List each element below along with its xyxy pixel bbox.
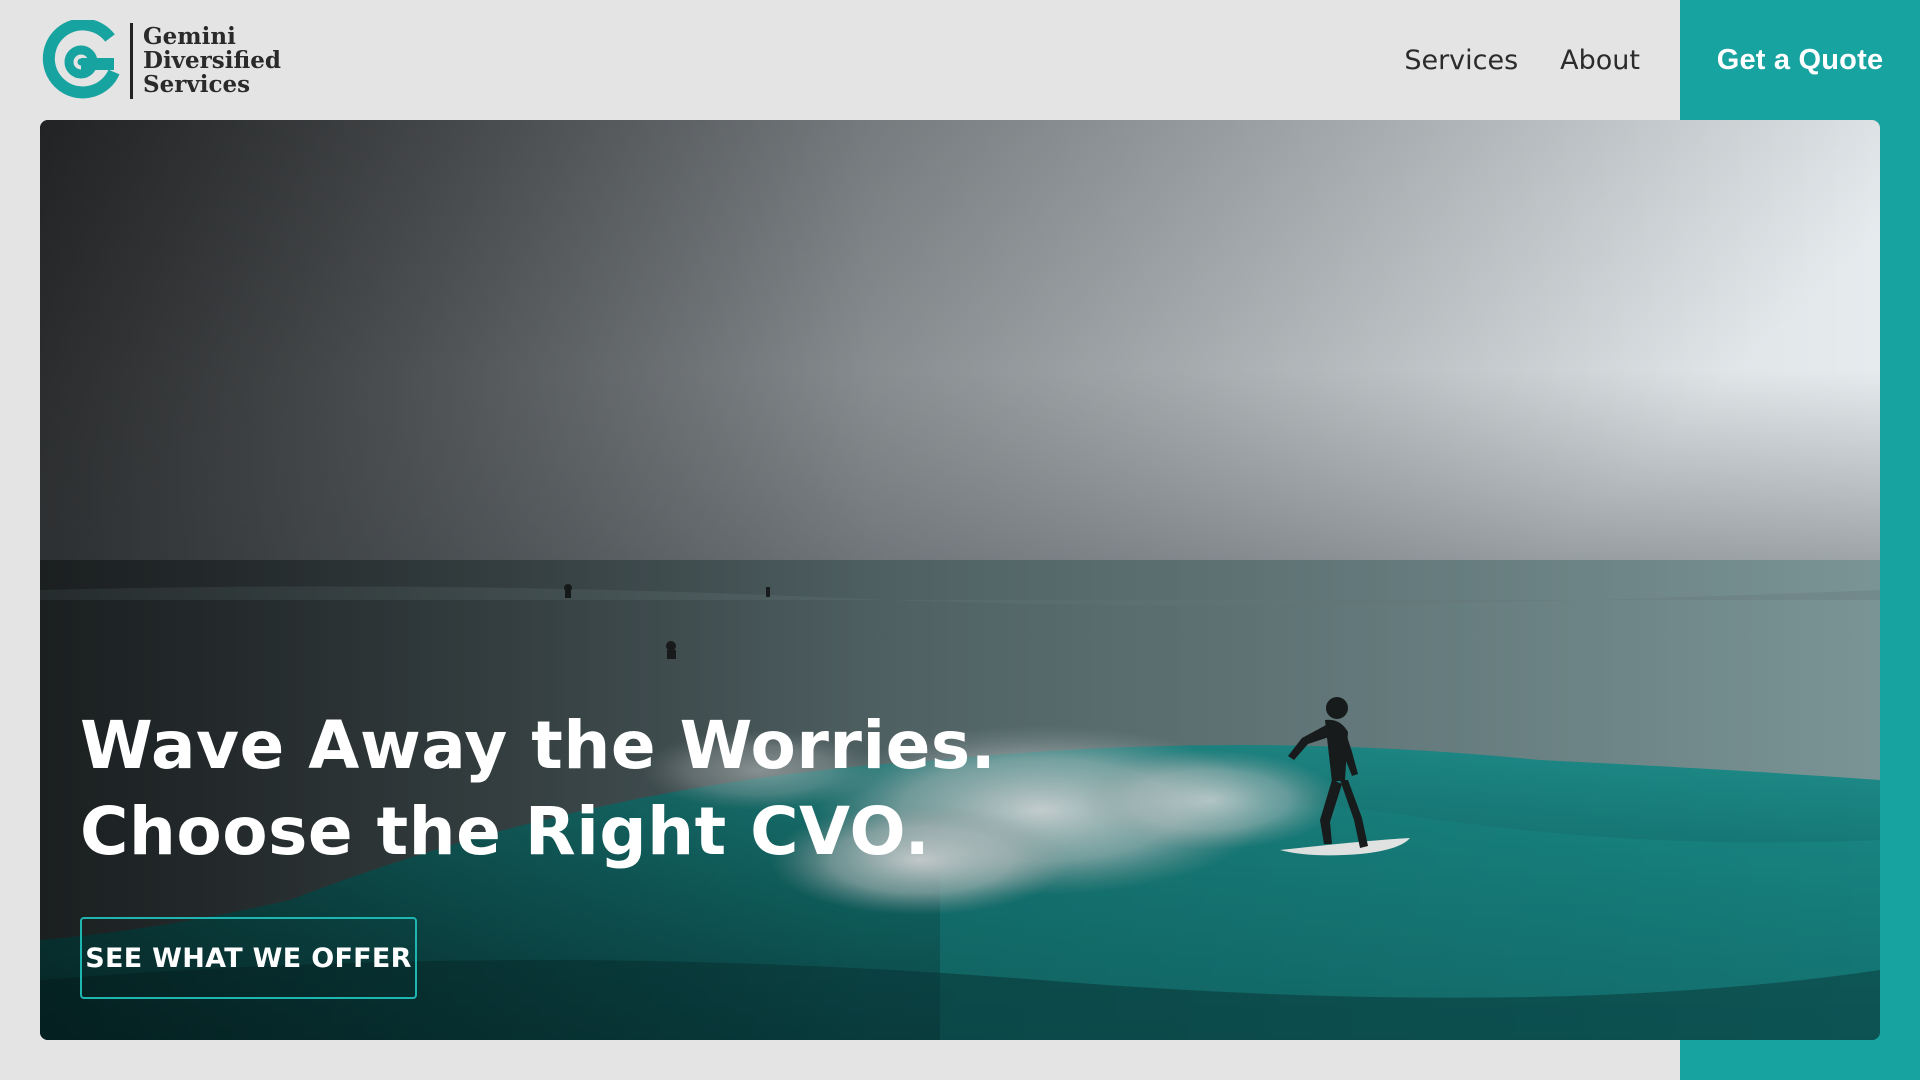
hero-headline-line-1: Wave Away the Worries. bbox=[80, 707, 997, 784]
brand-name-line: Services bbox=[143, 71, 251, 98]
brand-name-line: Diversified bbox=[143, 47, 281, 74]
hero-banner: Wave Away the Worries. Choose the Right … bbox=[40, 120, 1880, 1040]
hero-surfer-image bbox=[40, 120, 1880, 1040]
see-what-we-offer-button[interactable]: SEE WHAT WE OFFER bbox=[80, 917, 417, 999]
nav-link-about[interactable]: About bbox=[1560, 45, 1640, 76]
brand-name-line: Gemini bbox=[143, 23, 236, 50]
hero-headline: Wave Away the Worries. Choose the Right … bbox=[80, 703, 996, 875]
gemini-g-logo-icon bbox=[42, 20, 120, 99]
logo-divider bbox=[130, 23, 133, 99]
main-nav: Services About bbox=[1404, 0, 1640, 120]
hero-headline-line-2: Choose the Right CVO. bbox=[80, 793, 931, 870]
get-a-quote-button[interactable]: Get a Quote bbox=[1680, 0, 1920, 120]
brand-logo[interactable]: Gemini Diversified Services bbox=[40, 20, 281, 102]
nav-link-services[interactable]: Services bbox=[1404, 45, 1518, 76]
brand-name: Gemini Diversified Services bbox=[143, 25, 281, 97]
